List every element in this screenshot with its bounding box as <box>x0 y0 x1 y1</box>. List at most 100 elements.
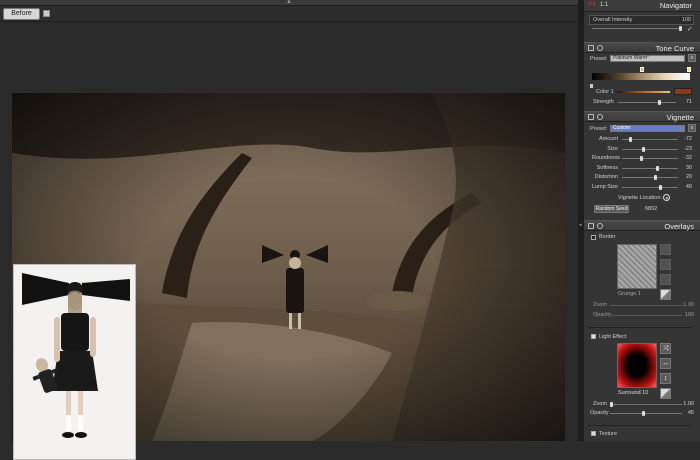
border-zoom-slider[interactable] <box>610 305 682 306</box>
vignette-row-slider[interactable] <box>622 137 678 142</box>
flip-horizontal-icon[interactable]: ↔ <box>660 358 671 369</box>
strength-label: Strength <box>593 99 614 105</box>
color-label: Color 1 <box>596 89 614 95</box>
collapse-panel-icon[interactable]: ◂ <box>579 222 583 228</box>
gradient-stop-handle[interactable] <box>687 67 691 72</box>
target-icon[interactable] <box>663 194 670 201</box>
overlay-option-button[interactable] <box>660 244 671 255</box>
vignette-row-value: 20 <box>685 174 692 180</box>
border-opacity-slider[interactable] <box>610 315 682 316</box>
one-to-one-button[interactable]: 1:1 <box>600 2 608 8</box>
vignette-preset-label: Preset: <box>590 126 608 132</box>
section-divider <box>588 425 692 426</box>
vignette-row-value: 40 <box>685 183 692 190</box>
gradient-stop-handle[interactable] <box>640 67 644 72</box>
fit-button[interactable]: Fit <box>589 2 596 8</box>
light-opacity-label: Opacity <box>590 410 609 416</box>
preset-menu-icon[interactable]: ≡ <box>688 54 696 62</box>
random-seed-value: 6802 <box>645 206 658 212</box>
light-zoom-slider[interactable] <box>610 402 682 407</box>
toggle-icon[interactable] <box>588 223 594 229</box>
strength-slider[interactable] <box>618 100 676 105</box>
vignette-row-slider[interactable] <box>622 146 678 152</box>
light-opacity-knob[interactable] <box>642 411 645 416</box>
flip-vertical-icon[interactable]: ↕ <box>660 373 671 384</box>
overall-intensity-control[interactable]: Overall Intensity 100 <box>589 15 694 25</box>
vignette-row-label: Distortion <box>594 174 618 180</box>
reset-icon[interactable] <box>597 114 603 120</box>
tone-curve-header[interactable]: Tone Curve <box>584 42 700 53</box>
border-opacity-label: Opacity <box>593 312 612 318</box>
compare-view-icon[interactable] <box>43 10 50 17</box>
toolbar: Before <box>0 6 578 22</box>
vignette-row-label: Roundness <box>592 155 620 161</box>
collapse-top-icon[interactable]: ▲ <box>286 0 292 5</box>
light-effect-checkbox[interactable] <box>591 334 596 339</box>
section-divider <box>588 327 692 328</box>
tone-preset-select[interactable]: Platinum Warm* <box>610 55 685 62</box>
color-swatch[interactable] <box>674 88 692 95</box>
border-zoom-label: Zoom <box>593 302 608 308</box>
toggle-icon[interactable] <box>588 114 594 120</box>
vignette-preset-select[interactable]: Custom <box>610 125 685 132</box>
tone-gradient[interactable] <box>592 73 690 80</box>
overlays-title: Overlays <box>664 222 694 231</box>
overall-intensity-slider[interactable] <box>592 26 682 31</box>
vignette-row-slider[interactable] <box>622 165 678 171</box>
border-opacity-value: 100 <box>684 312 694 318</box>
overlay-option-button[interactable] <box>660 259 671 270</box>
vignette-row-label: Lump Size <box>592 183 618 190</box>
blend-icon[interactable] <box>660 289 671 300</box>
vignette-row-slider[interactable] <box>622 156 678 161</box>
random-seed-button[interactable]: Random Seed <box>594 205 629 213</box>
reset-icon[interactable] <box>597 223 603 229</box>
vignette-row-slider[interactable] <box>622 175 678 180</box>
light-effect-label: Light Effect <box>599 334 627 340</box>
vignette-row-slider[interactable] <box>622 184 678 190</box>
reset-icon[interactable] <box>597 45 603 51</box>
border-zoom-value: 1.00 <box>683 302 694 308</box>
slider-knob[interactable] <box>642 146 645 152</box>
slider-knob[interactable] <box>659 184 662 190</box>
overall-intensity-knob[interactable] <box>679 26 682 31</box>
overlays-header[interactable]: Overlays <box>584 220 700 231</box>
vignette-row-label: Amount <box>599 136 618 142</box>
blend-icon[interactable] <box>660 388 671 399</box>
slider-knob[interactable] <box>654 175 657 180</box>
light-effect-thumbnail[interactable] <box>617 343 657 388</box>
before-preview-inset <box>13 264 136 460</box>
border-thumbnail[interactable] <box>617 244 657 289</box>
texture-checkbox[interactable] <box>591 431 596 436</box>
gradient-stop-marker[interactable] <box>590 84 593 88</box>
border-label: Border <box>599 234 616 240</box>
color-slider[interactable] <box>617 91 670 93</box>
preset-menu-icon[interactable]: ≡ <box>688 124 696 132</box>
strength-knob[interactable] <box>658 100 661 105</box>
slider-knob[interactable] <box>640 156 643 161</box>
original-photo-image <box>14 265 135 459</box>
vignette-row-value: -32 <box>684 155 692 161</box>
vignette-row-value: -23 <box>684 145 692 152</box>
vignette-header[interactable]: Vignette <box>584 111 700 122</box>
light-zoom-value: 1.00 <box>683 401 694 407</box>
vignette-title: Vignette <box>666 113 694 122</box>
light-zoom-knob[interactable] <box>610 402 613 407</box>
surround-label: Surround 10 <box>618 390 649 396</box>
overlay-option-button[interactable] <box>660 274 671 285</box>
eyedropper-icon[interactable]: ✓ <box>687 25 693 33</box>
vignette-row-value: 30 <box>685 164 692 171</box>
vignette-location-label: Vignette Location: <box>618 195 662 201</box>
vignette-row-value: -72 <box>684 136 692 142</box>
slider-knob[interactable] <box>656 165 659 171</box>
texture-label: Texture <box>599 431 618 437</box>
toggle-icon[interactable] <box>588 45 594 51</box>
navigator-title: Navigator <box>659 1 692 10</box>
slider-knob[interactable] <box>629 137 632 142</box>
strength-value: 71 <box>685 99 692 105</box>
light-zoom-label: Zoom <box>593 401 608 407</box>
light-opacity-slider[interactable] <box>610 411 682 416</box>
before-button[interactable]: Before <box>3 8 40 20</box>
shuffle-icon[interactable]: ⤨ <box>660 343 671 354</box>
right-panel: Fit 1:1 Navigator Overall Intensity 100 … <box>584 0 700 441</box>
border-checkbox[interactable] <box>591 235 596 240</box>
